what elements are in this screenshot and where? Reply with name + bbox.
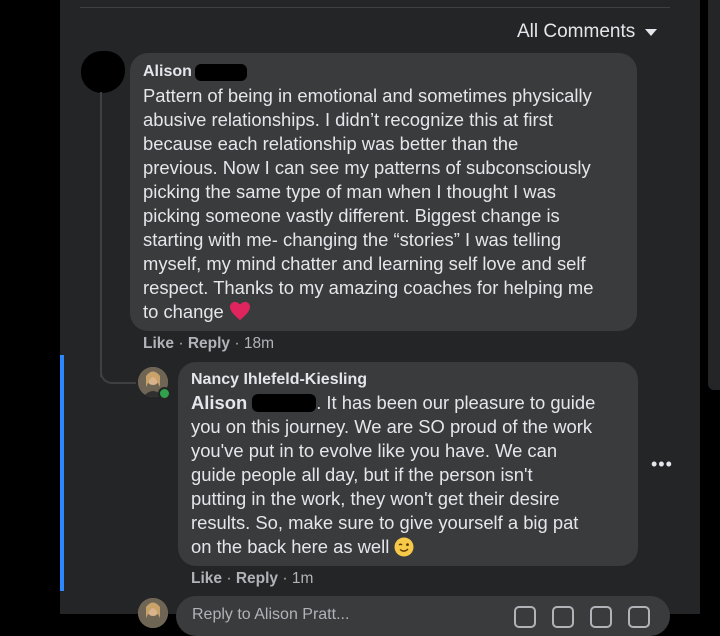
reply-actions: Like · Reply · 1m: [191, 570, 313, 588]
redaction: [252, 394, 317, 412]
reply-input[interactable]: Reply to Alison Pratt...: [176, 596, 670, 636]
side-panel-edge: [708, 0, 720, 390]
like-button[interactable]: Like: [191, 570, 222, 587]
separator: ·: [178, 335, 184, 352]
reply-first-line: Alison . It has been our pleasure to guid…: [191, 391, 631, 415]
sort-comments-dropdown[interactable]: All Comments: [517, 21, 658, 43]
comment-text: Pattern of being in emotional and someti…: [143, 84, 633, 324]
heart-emoji: [229, 301, 250, 321]
reply-author[interactable]: Nancy Ihlefeld-Kiesling: [191, 371, 367, 389]
separator: ·: [226, 570, 232, 587]
emoji-icon[interactable]: [514, 606, 536, 628]
timestamp[interactable]: 18m: [244, 335, 274, 352]
redaction: [195, 64, 247, 81]
caret-down-icon: [645, 28, 658, 36]
comment-body: Pattern of being in emotional and someti…: [143, 85, 594, 322]
more-options-icon[interactable]: •••: [651, 454, 673, 475]
wink-emoji: [394, 537, 414, 557]
reply-body: you on this journey. We are SO proud of …: [191, 416, 593, 557]
mention-link[interactable]: Alison: [191, 392, 247, 413]
like-button[interactable]: Like: [143, 335, 174, 352]
comment-author[interactable]: Alison: [143, 63, 192, 81]
thread-connector: [100, 356, 136, 384]
reply-input-icons: [514, 606, 650, 628]
reply-first-text: . It has been our pleasure to guide: [316, 392, 596, 413]
reply-text: you on this journey. We are SO proud of …: [191, 415, 631, 559]
reply-button[interactable]: Reply: [188, 335, 230, 352]
divider: [80, 7, 670, 8]
highlight-bar: [60, 355, 64, 591]
person-icon: [138, 598, 168, 628]
online-status-dot: [158, 387, 171, 400]
separator: ·: [234, 335, 240, 352]
sort-label: All Comments: [517, 21, 636, 42]
camera-icon[interactable]: [552, 606, 574, 628]
thread-line: [100, 92, 102, 377]
comment-actions: Like · Reply · 18m: [143, 335, 274, 353]
separator: ·: [282, 570, 288, 587]
reply-placeholder: Reply to Alison Pratt...: [192, 606, 350, 623]
sticker-icon[interactable]: [628, 606, 650, 628]
gif-icon[interactable]: [590, 606, 612, 628]
timestamp[interactable]: 1m: [292, 570, 314, 587]
current-user-avatar: [138, 598, 168, 628]
reply-button[interactable]: Reply: [236, 570, 278, 587]
